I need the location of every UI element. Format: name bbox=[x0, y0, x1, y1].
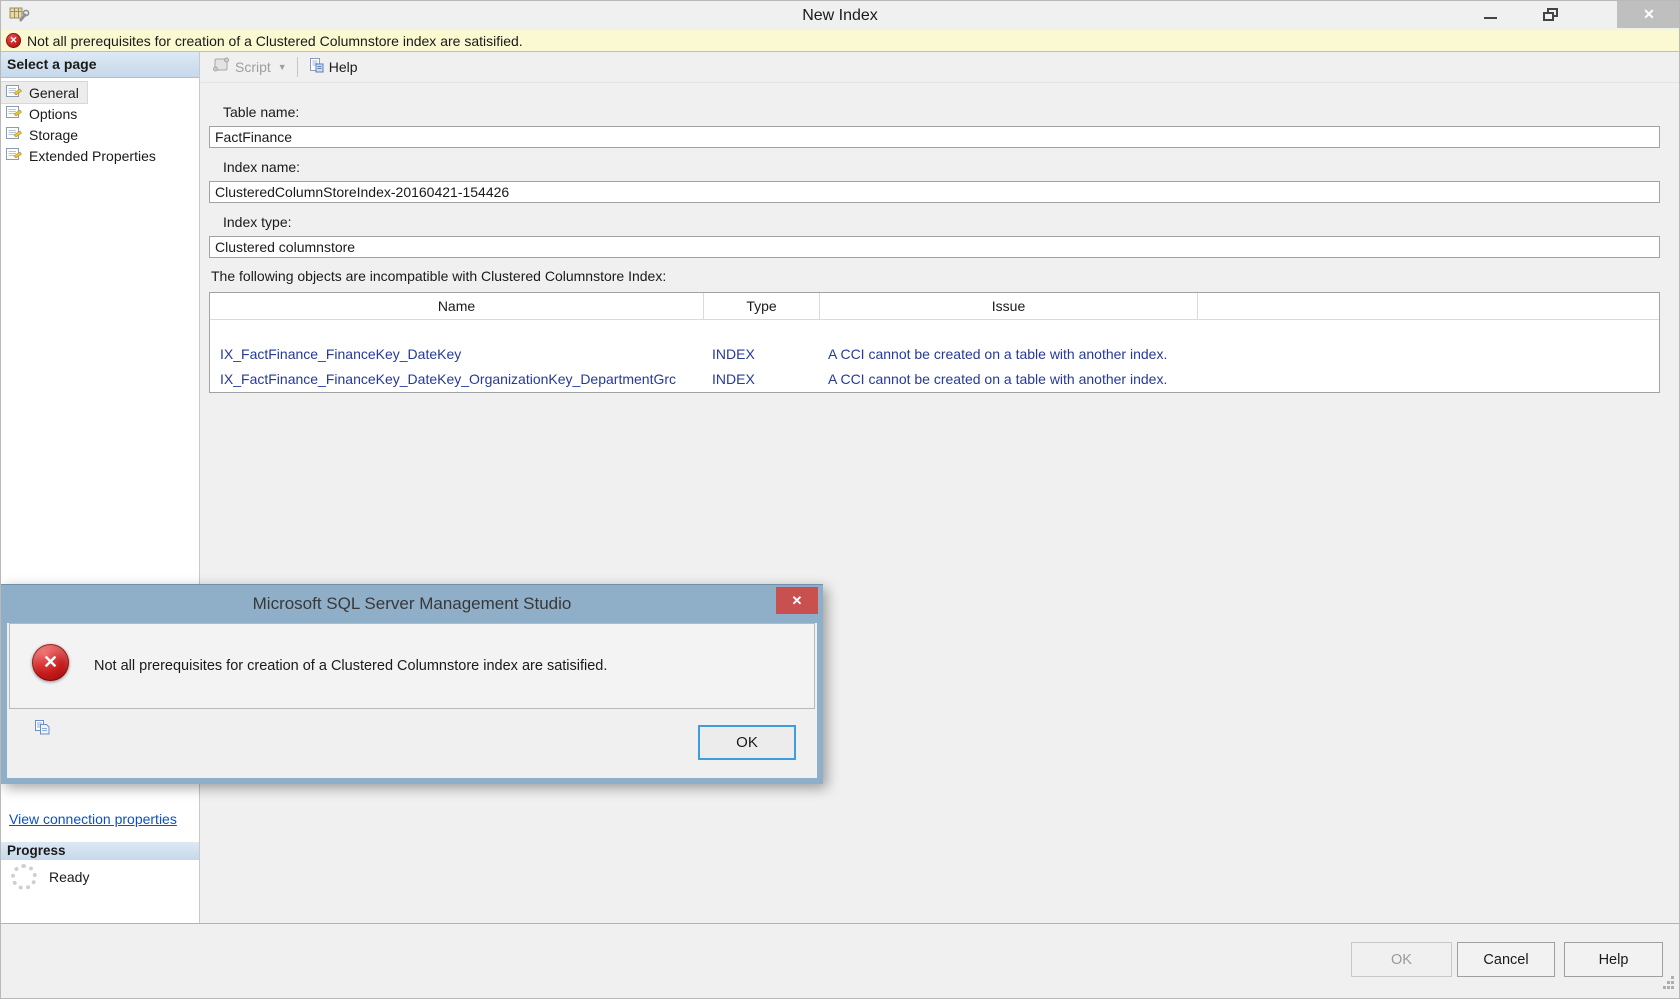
resize-grip[interactable] bbox=[1661, 975, 1675, 994]
script-label: Script bbox=[235, 59, 271, 75]
help-button[interactable]: Help bbox=[303, 55, 363, 79]
restore-button[interactable] bbox=[1527, 1, 1573, 28]
page-icon bbox=[5, 105, 22, 123]
index-type-label: Index type: bbox=[223, 214, 292, 230]
column-header-empty bbox=[1198, 293, 1659, 319]
ssms-message-dialog: Microsoft SQL Server Management Studio ✕… bbox=[1, 584, 823, 784]
select-a-page-panel: Select a page General Options Storage Ex… bbox=[1, 52, 200, 923]
help-label: Help bbox=[328, 59, 358, 75]
sidebar-item-extended-properties[interactable]: Extended Properties bbox=[1, 145, 164, 166]
toolbar-separator bbox=[296, 57, 298, 77]
page-icon bbox=[5, 84, 22, 102]
view-connection-properties-link[interactable]: View connection properties bbox=[9, 811, 177, 827]
table-name-label: Table name: bbox=[223, 104, 300, 120]
error-circle-icon: ✕ bbox=[6, 33, 21, 48]
help-button-footer[interactable]: Help bbox=[1564, 942, 1663, 977]
window-title: New Index bbox=[802, 7, 878, 24]
dialog-toolbar: Script ▼ Help bbox=[201, 52, 1679, 83]
new-index-window: New Index ✕ ✕ Not all prerequisites for … bbox=[0, 0, 1680, 999]
dialog-body: ✕ Not all prerequisites for creation of … bbox=[7, 623, 817, 778]
dialog-message-panel: ✕ Not all prerequisites for creation of … bbox=[9, 623, 815, 709]
page-icon bbox=[5, 147, 22, 165]
page-list: General Options Storage Extended Propert… bbox=[1, 78, 199, 166]
error-circle-icon: ✕ bbox=[32, 644, 69, 681]
table-header-row: Name Type Issue bbox=[210, 293, 1659, 320]
table-row[interactable]: IX_FactFinance_FinanceKey_DateKey INDEX … bbox=[210, 341, 1659, 366]
index-type-field[interactable] bbox=[209, 236, 1660, 258]
minimize-button[interactable] bbox=[1469, 1, 1511, 28]
close-icon: ✕ bbox=[1643, 6, 1655, 22]
select-a-page-header: Select a page bbox=[1, 52, 199, 78]
help-icon bbox=[308, 57, 324, 78]
page-icon bbox=[5, 126, 22, 144]
progress-header: Progress bbox=[1, 842, 199, 860]
ok-button[interactable]: OK bbox=[1351, 942, 1452, 977]
sidebar-item-label: Extended Properties bbox=[29, 147, 156, 164]
cell-issue: A CCI cannot be created on a table with … bbox=[828, 345, 1168, 362]
sidebar-item-label: General bbox=[29, 84, 79, 101]
table-name-field[interactable] bbox=[209, 126, 1660, 148]
prerequisite-warning-bar: ✕ Not all prerequisites for creation of … bbox=[1, 30, 1679, 52]
dialog-title: Microsoft SQL Server Management Studio bbox=[252, 594, 572, 613]
dialog-ok-button[interactable]: OK bbox=[698, 725, 796, 760]
sidebar-item-label: Options bbox=[29, 105, 78, 122]
warning-text: Not all prerequisites for creation of a … bbox=[27, 32, 523, 49]
restore-icon bbox=[1542, 8, 1558, 21]
minimize-icon bbox=[1483, 16, 1497, 19]
incompatible-objects-table: Name Type Issue IX_FactFinance_FinanceKe… bbox=[209, 292, 1660, 393]
progress-status: Ready bbox=[49, 869, 90, 885]
sidebar-item-options[interactable]: Options bbox=[1, 103, 85, 124]
script-icon bbox=[212, 57, 230, 77]
sidebar-item-general[interactable]: General bbox=[1, 81, 88, 104]
cancel-button[interactable]: Cancel bbox=[1457, 942, 1555, 977]
cell-name: IX_FactFinance_FinanceKey_DateKey_Organi… bbox=[220, 370, 677, 387]
cell-type: INDEX bbox=[712, 345, 755, 362]
sidebar-item-label: Storage bbox=[29, 126, 79, 143]
window-titlebar: New Index ✕ bbox=[1, 1, 1679, 30]
chevron-down-icon: ▼ bbox=[277, 62, 287, 72]
cell-issue: A CCI cannot be created on a table with … bbox=[828, 370, 1168, 387]
sidebar-item-storage[interactable]: Storage bbox=[1, 124, 86, 145]
index-name-label: Index name: bbox=[223, 159, 301, 175]
dialog-message: Not all prerequisites for creation of a … bbox=[94, 658, 608, 674]
copy-message-icon[interactable] bbox=[34, 719, 51, 741]
script-button[interactable]: Script ▼ bbox=[207, 55, 292, 79]
close-button[interactable]: ✕ bbox=[1617, 1, 1679, 28]
column-header-name[interactable]: Name bbox=[210, 293, 704, 319]
progress-status-row: Ready bbox=[11, 864, 89, 890]
column-header-type[interactable]: Type bbox=[704, 293, 820, 319]
cell-name: IX_FactFinance_FinanceKey_DateKey bbox=[220, 345, 462, 362]
index-name-field[interactable] bbox=[209, 181, 1660, 203]
table-row[interactable]: IX_FactFinance_FinanceKey_DateKey_Organi… bbox=[210, 366, 1659, 391]
footer-separator bbox=[1, 923, 1679, 924]
column-header-issue[interactable]: Issue bbox=[820, 293, 1198, 319]
incompatible-objects-label: The following objects are incompatible w… bbox=[211, 268, 667, 284]
progress-spinner-icon bbox=[11, 864, 37, 890]
dialog-close-button[interactable]: ✕ bbox=[776, 587, 818, 614]
close-icon: ✕ bbox=[791, 592, 803, 608]
cell-type: INDEX bbox=[712, 370, 755, 387]
